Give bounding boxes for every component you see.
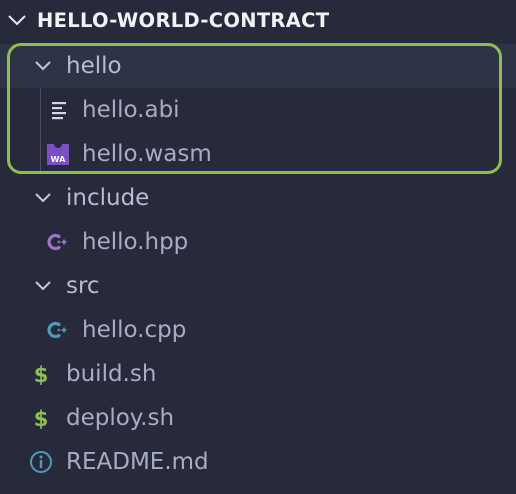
tree-item-label: build.sh xyxy=(66,361,157,387)
tree-file-deploy-sh[interactable]: $ deploy.sh xyxy=(0,396,516,440)
chevron-down-icon[interactable] xyxy=(34,191,52,205)
svg-text:$: $ xyxy=(34,363,49,386)
explorer-section-header[interactable]: HELLO-WORLD-CONTRACT xyxy=(0,0,516,42)
tree-item-label: hello xyxy=(66,53,122,79)
tree-folder-include[interactable]: include xyxy=(0,176,516,220)
tree-file-hello-hpp[interactable]: hello.hpp xyxy=(0,220,516,264)
tree-item-label: hello.abi xyxy=(82,97,180,123)
shell-dollar-icon: $ xyxy=(29,406,53,430)
tree-file-hello-cpp[interactable]: hello.cpp xyxy=(0,308,516,352)
chevron-down-icon[interactable] xyxy=(7,12,27,28)
explorer-section-title: HELLO-WORLD-CONTRACT xyxy=(37,9,330,32)
svg-text:WA: WA xyxy=(51,155,66,164)
info-icon xyxy=(29,450,53,474)
tree-item-label: hello.hpp xyxy=(82,229,189,255)
tree-item-label: README.md xyxy=(66,449,209,475)
tree-file-build-sh[interactable]: $ build.sh xyxy=(0,352,516,396)
chevron-down-icon[interactable] xyxy=(34,59,52,73)
tree-item-label: src xyxy=(66,273,100,299)
tree-item-label: include xyxy=(66,185,150,211)
tree-item-label: hello.cpp xyxy=(82,317,187,343)
tree-item-label: deploy.sh xyxy=(66,405,175,431)
cpp-header-icon xyxy=(46,230,70,254)
tree-file-hello-abi[interactable]: hello.abi xyxy=(0,88,516,132)
shell-dollar-icon: $ xyxy=(29,362,53,386)
lines-file-icon xyxy=(46,98,70,122)
file-explorer: HELLO-WORLD-CONTRACT hello hello.abi WA … xyxy=(0,0,516,494)
tree-file-hello-wasm[interactable]: WA hello.wasm xyxy=(0,132,516,176)
tree-file-readme-md[interactable]: README.md xyxy=(0,440,516,484)
cpp-icon xyxy=(46,318,70,342)
chevron-down-icon[interactable] xyxy=(34,279,52,293)
svg-text:$: $ xyxy=(34,407,49,430)
tree-item-label: hello.wasm xyxy=(82,141,212,167)
wasm-icon: WA xyxy=(46,142,70,166)
tree-folder-hello[interactable]: hello xyxy=(0,44,516,88)
tree-folder-src[interactable]: src xyxy=(0,264,516,308)
